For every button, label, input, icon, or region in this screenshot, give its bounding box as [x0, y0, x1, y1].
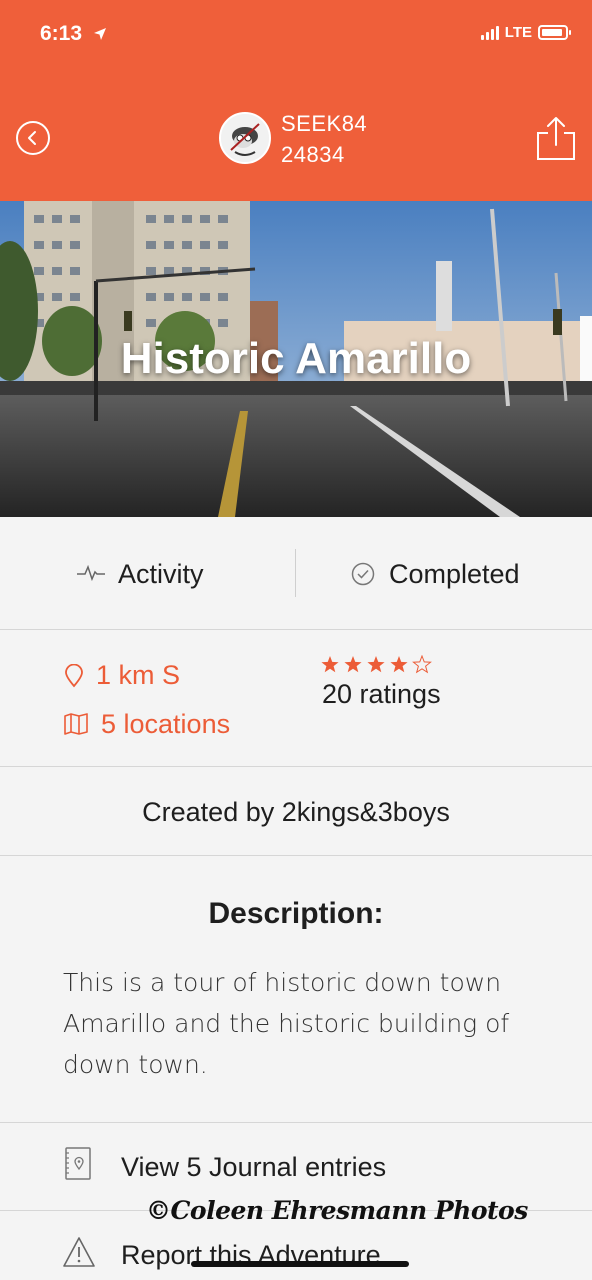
username-line-2[interactable]: 24834	[281, 142, 345, 168]
warning-icon	[63, 1237, 95, 1267]
star-filled-icon	[344, 656, 362, 673]
star-empty-icon	[412, 655, 432, 674]
divider	[0, 629, 592, 630]
tab-divider	[295, 549, 296, 597]
creator-text[interactable]: Created by 2kings&3boys	[0, 797, 592, 828]
journal-entries-link[interactable]: View 5 Journal entries	[121, 1152, 386, 1183]
map-icon	[64, 713, 88, 735]
status-time: 6:13	[40, 22, 83, 45]
ratings-count: 20 ratings	[322, 679, 441, 709]
locations-text[interactable]: 5 locations	[101, 709, 230, 740]
location-arrow-icon	[94, 28, 106, 40]
status-indicators: LTE	[480, 24, 571, 41]
divider	[0, 1122, 592, 1123]
activity-pulse-icon	[77, 564, 105, 582]
star-filled-icon	[390, 656, 408, 673]
check-circle-icon	[351, 562, 375, 586]
photo-watermark: ©Coleen Ehresmann Photos	[146, 1196, 528, 1225]
journal-icon	[65, 1147, 91, 1180]
avatar-image	[221, 114, 269, 162]
username-line-1[interactable]: SEEK84	[281, 111, 367, 137]
description-body: This is a tour of historic down town Ama…	[63, 968, 510, 1079]
network-label: LTE	[504, 24, 532, 41]
description-heading: Description:	[208, 897, 384, 930]
adventure-title: Historic Amarillo	[120, 334, 472, 383]
home-indicator[interactable]	[191, 1261, 409, 1267]
app-header: 6:13 LTE SEEK84 24834	[0, 0, 592, 201]
share-icon[interactable]	[534, 115, 578, 163]
distance-text: 1 km S	[96, 660, 181, 690]
battery-icon	[538, 25, 571, 40]
rating-stars	[321, 655, 432, 674]
back-button[interactable]	[16, 121, 50, 155]
user-avatar[interactable]	[219, 112, 271, 164]
map-pin-icon	[65, 664, 83, 688]
signal-icon	[480, 25, 499, 40]
divider	[0, 766, 592, 767]
activity-label[interactable]: Activity	[118, 559, 204, 590]
star-filled-icon	[321, 656, 339, 673]
star-filled-icon	[367, 656, 385, 673]
completed-label[interactable]: Completed	[389, 559, 520, 590]
divider	[0, 855, 592, 856]
chevron-left-icon	[28, 131, 36, 145]
